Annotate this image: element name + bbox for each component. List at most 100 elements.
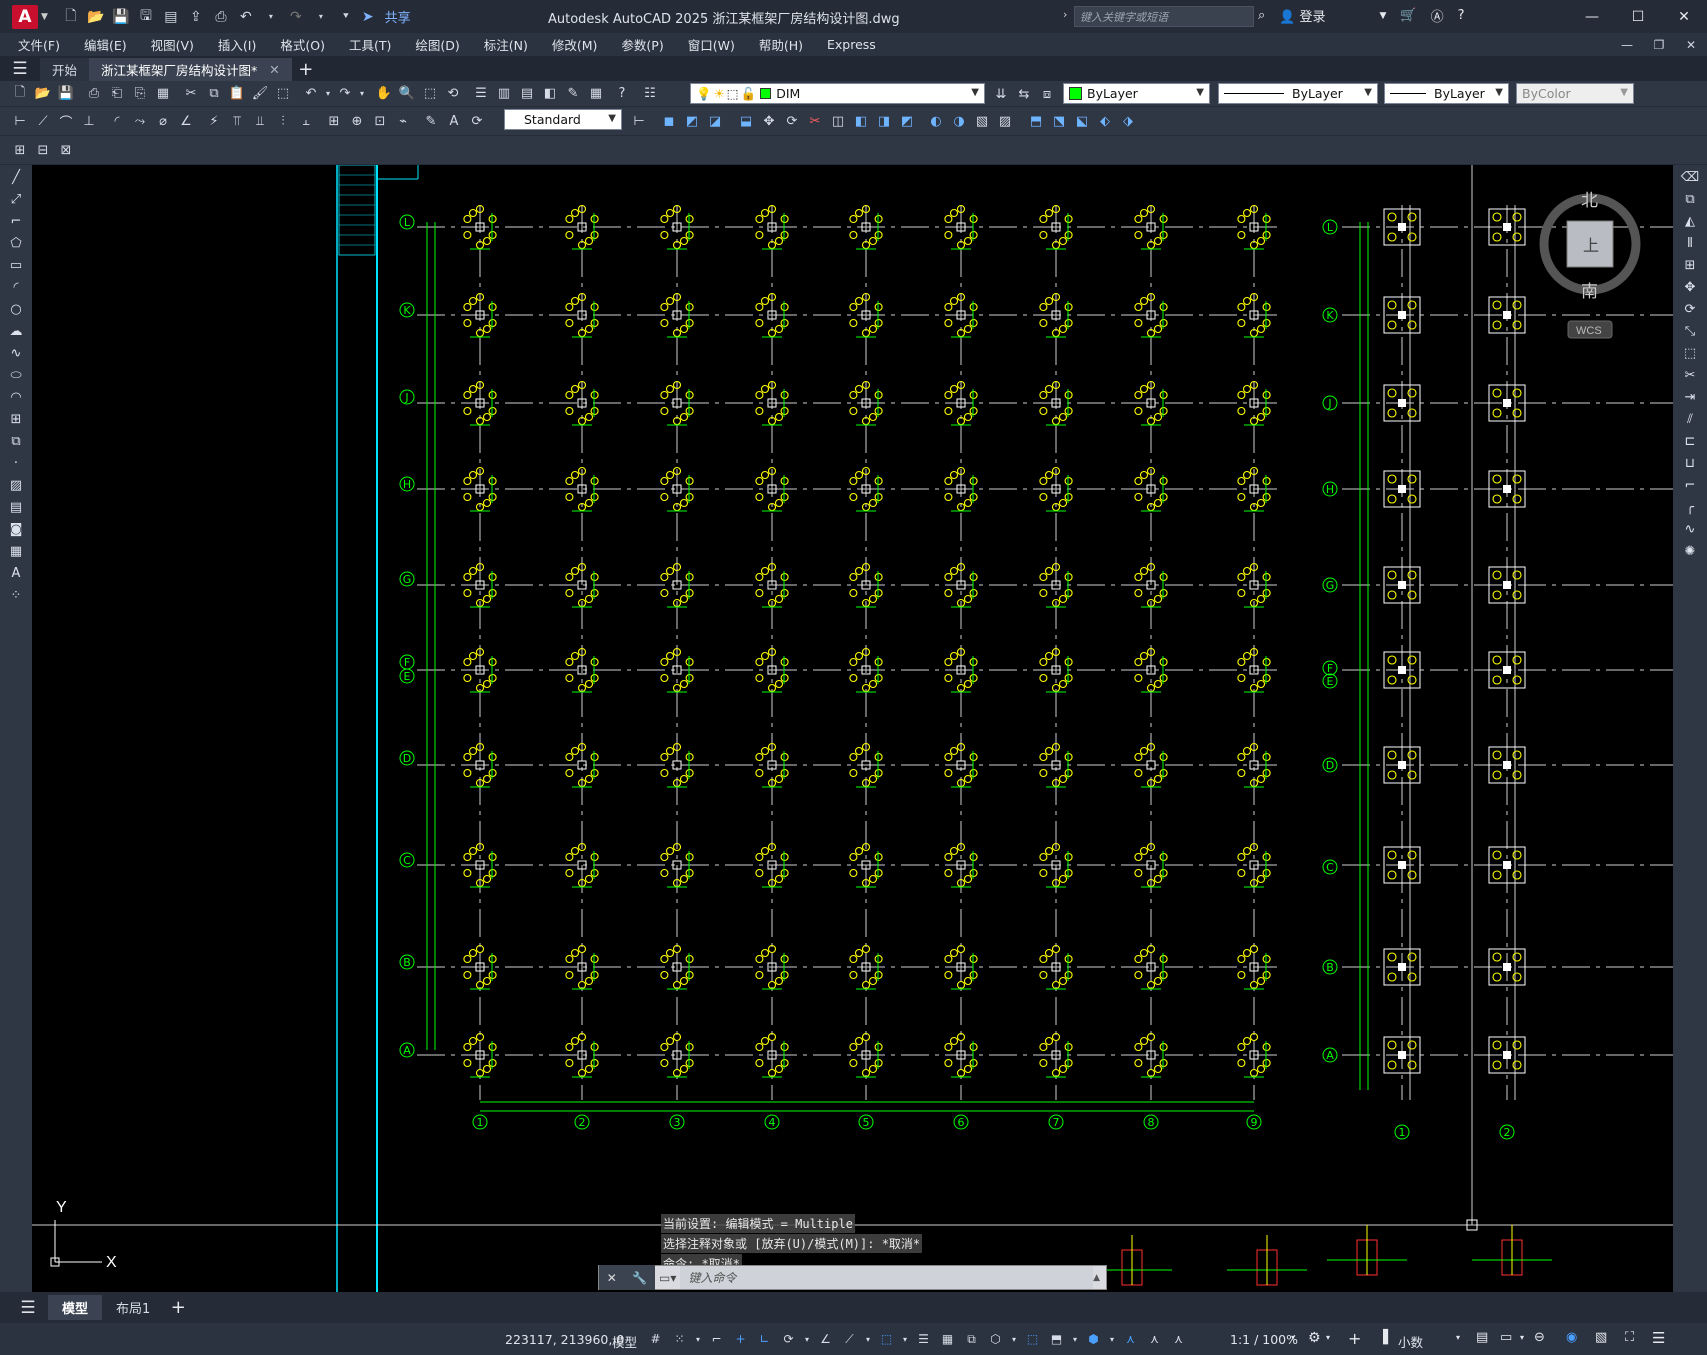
rectangle-icon[interactable]: ▭ (4, 255, 28, 275)
dynamic-ucs-icon[interactable]: ⬚ (1023, 1329, 1042, 1349)
customization-icon[interactable]: ☰ (1652, 1329, 1665, 1347)
snap-dropdown-icon[interactable]: ▾ (694, 1329, 702, 1349)
redo-icon[interactable]: ↷ (335, 84, 355, 104)
osnap-icon[interactable]: ⬚ (877, 1329, 896, 1349)
open-icon[interactable]: 📂 (33, 84, 53, 104)
mirror-icon[interactable]: ◭ (1678, 211, 1702, 231)
osnap-tracking-dropdown-icon[interactable]: ▾ (864, 1329, 872, 1349)
continue-dim-icon[interactable]: ⫫ (250, 111, 270, 131)
color-dropdown-arrow-icon[interactable]: ▼ (1196, 87, 1204, 98)
chamfer-icon[interactable]: ⌐ (1678, 475, 1702, 495)
aligned-dim-icon[interactable]: ⟋ (33, 111, 53, 131)
add-selected-icon[interactable]: ⁘ (4, 585, 28, 605)
layout-menu-icon[interactable]: ☰ (8, 1295, 48, 1320)
help-icon[interactable]: ? (1458, 8, 1465, 23)
workspace-dropdown-icon[interactable]: ▾ (1326, 1333, 1330, 1342)
match-properties-icon[interactable]: 🖌 (250, 84, 270, 104)
layer-previous-icon[interactable]: ⇆ (1014, 84, 1034, 104)
layer-states-icon[interactable]: ⧈ (1037, 84, 1057, 104)
share-icon[interactable]: ➤ (362, 9, 374, 25)
grid-icon[interactable]: # (646, 1329, 665, 1349)
blend-icon[interactable]: ∿ (1678, 519, 1702, 539)
annotation-scale[interactable]: 1:1 / 100% (1230, 1332, 1298, 1347)
dim-space-icon[interactable]: ⫶ (273, 111, 293, 131)
menu-dimension[interactable]: 标注(N) (484, 35, 528, 54)
3d-intersect-icon[interactable]: ◩ (897, 111, 917, 131)
design-center-icon[interactable]: ▥ (494, 84, 514, 104)
undo-dropdown-icon[interactable]: ▾ (262, 8, 280, 26)
command-input[interactable]: 键入命令 (680, 1266, 1094, 1289)
dim-edit-icon[interactable]: ✎ (421, 111, 441, 131)
rotate-icon[interactable]: ⟳ (1678, 299, 1702, 319)
3d-rotate-icon[interactable]: ⟳ (782, 111, 802, 131)
insert-block-icon[interactable]: ⊞ (10, 140, 30, 160)
plot-icon[interactable]: ⎙ (84, 84, 104, 104)
properties-icon[interactable]: ☰ (471, 84, 491, 104)
customize-qa-icon[interactable]: ⯆ (337, 8, 355, 26)
menu-window[interactable]: 窗口(W) (688, 35, 735, 54)
save-icon[interactable]: 💾 (112, 8, 130, 26)
viewcube-top-label[interactable]: 上 (1583, 236, 1599, 255)
cmd-recent-icon[interactable]: ▲ (1093, 1273, 1100, 1283)
coordinate-readout[interactable]: 223117, 213960, 0 (505, 1332, 624, 1347)
wcs-label[interactable]: WCS (1576, 325, 1602, 337)
menu-view[interactable]: 视图(V) (151, 35, 194, 54)
menu-tools[interactable]: 工具(T) (349, 35, 391, 54)
array-icon[interactable]: ⊞ (1678, 255, 1702, 275)
annotation-scale-icon[interactable]: ⋏ (1169, 1329, 1188, 1349)
center-mark-icon[interactable]: ⊕ (347, 111, 367, 131)
units-readout[interactable]: 小数 (1398, 1332, 1423, 1351)
user-icon[interactable]: 👤 登录 (1279, 6, 1325, 25)
plot-preview-icon[interactable]: ⎗ (107, 84, 127, 104)
3d-fillet-icon[interactable]: ◑ (949, 111, 969, 131)
dynamic-input-icon[interactable]: + (731, 1329, 750, 1349)
make-block-icon[interactable]: ⧉ (4, 431, 28, 451)
osnap-tracking-icon[interactable]: ⟋ (840, 1329, 859, 1349)
make-block-icon[interactable]: ⊟ (33, 140, 53, 160)
save-as-icon[interactable]: 🖫 (137, 8, 155, 26)
cart-icon[interactable]: 🛒 (1400, 8, 1416, 23)
layer-dropdown-arrow-icon[interactable]: ▼ (971, 87, 979, 98)
3d-subtract-icon[interactable]: ◨ (874, 111, 894, 131)
3d-shell-icon[interactable]: ◐ (926, 111, 946, 131)
hardware-accel-icon[interactable]: ◉ (1566, 1330, 1577, 1345)
3d-osnap-icon[interactable]: ⬡ (986, 1329, 1005, 1349)
login-label[interactable]: 登录 (1299, 10, 1325, 25)
annotation-visibility-icon[interactable]: ⋏ (1121, 1329, 1140, 1349)
login-dropdown-icon[interactable]: ▼ (1379, 11, 1386, 21)
3d-revolve-icon[interactable]: ⬗ (1118, 111, 1138, 131)
tab-start[interactable]: 开始 (40, 58, 90, 81)
tab-layout1[interactable]: 布局1 (102, 1295, 164, 1320)
new-file-icon[interactable]: 🗋 (62, 8, 80, 26)
3d-mirror-icon[interactable]: ⬔ (1049, 111, 1069, 131)
3d-union-icon[interactable]: ◧ (851, 111, 871, 131)
lock-ui-dropdown-icon[interactable]: ▾ (1520, 1333, 1524, 1342)
viewcube-south[interactable]: 南 (1581, 282, 1598, 302)
move-icon[interactable]: ✥ (1678, 277, 1702, 297)
viewcube[interactable]: 北 南 上 WCS (1534, 184, 1646, 352)
tolerance-icon[interactable]: ⊞ (324, 111, 344, 131)
infer-constraints-icon[interactable]: ⌐ (707, 1329, 726, 1349)
units-icon[interactable]: ▐ (1378, 1330, 1388, 1345)
3d-print-icon[interactable]: ▦ (153, 84, 173, 104)
3d-wedge-icon[interactable]: ◩ (682, 111, 702, 131)
polyline-icon[interactable]: ⌐ (4, 211, 28, 231)
circle-icon[interactable]: ○ (4, 299, 28, 319)
linear-dim-icon[interactable]: ⊢ (10, 111, 30, 131)
menu-express[interactable]: Express (827, 37, 876, 52)
3d-align-icon[interactable]: ⬒ (1026, 111, 1046, 131)
arc-icon[interactable]: ◜ (4, 277, 28, 297)
arc-length-icon[interactable]: ⌒ (56, 111, 76, 131)
share-button[interactable]: 共享 (385, 7, 411, 26)
join-icon[interactable]: ⊔ (1678, 453, 1702, 473)
autodesk-app-icon[interactable]: Ⓐ (1431, 6, 1444, 25)
isodraft-icon[interactable]: ∠ (816, 1329, 835, 1349)
quick-dim-icon[interactable]: ⚡ (204, 111, 224, 131)
copy-icon[interactable]: ⧉ (204, 84, 224, 104)
save-icon[interactable]: 💾 (56, 84, 76, 104)
isolate-objects-icon[interactable]: ⊖ (1534, 1330, 1545, 1345)
sheet-set-icon[interactable]: ◧ (540, 84, 560, 104)
erase-icon[interactable]: ⌫ (1678, 167, 1702, 187)
inspection-icon[interactable]: ⊡ (370, 111, 390, 131)
expand-search-icon[interactable]: › (1063, 8, 1067, 21)
